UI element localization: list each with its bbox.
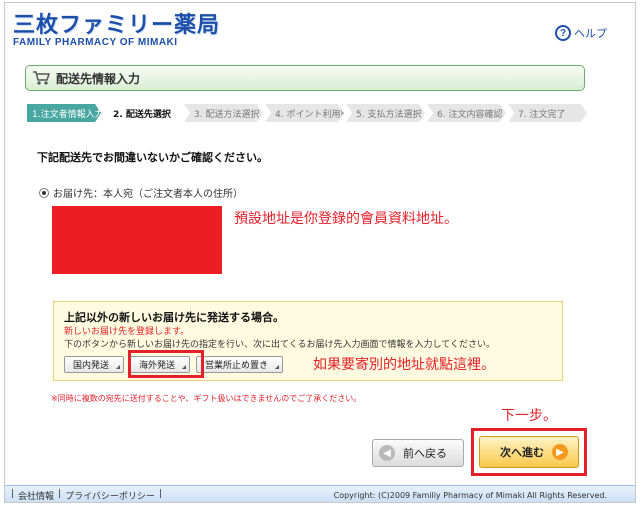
privacy-policy-link[interactable]: プライバシーポリシー bbox=[65, 489, 155, 502]
step-order-info: 1.注文者情報入力 bbox=[27, 104, 101, 122]
domestic-shipping-button[interactable]: 国内発送 bbox=[64, 356, 125, 373]
step-points: 4. ポイント利用等 bbox=[265, 104, 344, 122]
address-option[interactable]: お届け先：本人宛（ご注文者本人の住所） bbox=[39, 185, 243, 200]
step-delivery-select: 2. 配送先選択 bbox=[103, 104, 182, 122]
corner-arrow-icon bbox=[275, 365, 280, 369]
footer: | 会社情報 | プライバシーポリシー | Copyright: (C)2009… bbox=[5, 485, 635, 502]
footer-links: | 会社情報 | プライバシーポリシー | bbox=[11, 489, 162, 502]
cart-icon bbox=[32, 70, 51, 86]
address-radio[interactable] bbox=[39, 187, 49, 198]
redacted-address bbox=[52, 206, 222, 274]
office-pickup-button[interactable]: 営業所止め置き bbox=[196, 356, 284, 373]
logo-main-text: 三枚ファミリー薬局 bbox=[13, 13, 221, 38]
back-button[interactable]: ◀ 前へ戻る bbox=[372, 439, 464, 467]
site-logo[interactable]: 三枚ファミリー薬局 FAMILY PHARMACY OF MIMAKI bbox=[13, 7, 220, 48]
annotation-default-address: 預設地址是你登錄的會員資料地址。 bbox=[234, 211, 458, 227]
domestic-shipping-label: 国内発送 bbox=[73, 361, 110, 371]
step-payment: 5. 支払方法選択 bbox=[346, 104, 425, 122]
annotation-other-address: 如果要寄別的地址就點這裡。 bbox=[313, 357, 495, 373]
highlight-next bbox=[471, 428, 587, 476]
address-option-label: お届け先：本人宛（ご注文者本人の住所） bbox=[53, 189, 243, 200]
step-complete: 7. 注文完了 bbox=[508, 104, 587, 122]
new-address-title: 上記以外の新しいお届け先に発送する場合。 bbox=[64, 311, 284, 324]
help-label: ヘルプ bbox=[574, 27, 607, 40]
section-title-bar: 配送先情報入力 bbox=[25, 65, 585, 91]
help-icon: ? bbox=[555, 25, 571, 41]
back-label: 前へ戻る bbox=[403, 447, 447, 460]
step-shipping-method: 3. 配送方法選択 bbox=[184, 104, 263, 122]
highlight-overseas bbox=[128, 350, 204, 378]
page-frame: 三枚ファミリー薬局 FAMILY PHARMACY OF MIMAKI ? ヘル… bbox=[4, 2, 636, 503]
step-confirm: 6. 注文内容確認 bbox=[427, 104, 506, 122]
corner-arrow-icon bbox=[116, 365, 121, 369]
copyright: Copyright: (C)2009 Familiy Pharmacy of M… bbox=[333, 490, 607, 500]
company-info-link[interactable]: 会社情報 bbox=[18, 489, 54, 502]
help-link[interactable]: ? ヘルプ bbox=[555, 25, 607, 41]
checkout-steps: 1.注文者情報入力 2. 配送先選択 3. 配送方法選択 4. ポイント利用等 … bbox=[27, 104, 589, 122]
new-address-instruction: 下のボタンから新しいお届け先の指定を行い、次に出てくるお届け先入力画面で情報を入… bbox=[64, 340, 496, 350]
warning-note: ※同時に複数の宛先に送付することや、ギフト扱いはできませんのでご了承ください。 bbox=[51, 394, 362, 403]
arrow-left-icon: ◀ bbox=[379, 445, 395, 461]
separator: | bbox=[158, 488, 162, 499]
page-title: 配送先情報入力 bbox=[56, 71, 141, 86]
new-address-red-note: 新しいお届け先を登録します。 bbox=[64, 327, 190, 337]
confirm-instruction: 下記配送先でお間違いないかご確認ください。 bbox=[37, 151, 268, 164]
annotation-next-step: 下一步。 bbox=[501, 408, 557, 424]
separator: | bbox=[58, 488, 62, 499]
office-pickup-label: 営業所止め置き bbox=[205, 361, 269, 371]
separator: | bbox=[11, 488, 15, 499]
